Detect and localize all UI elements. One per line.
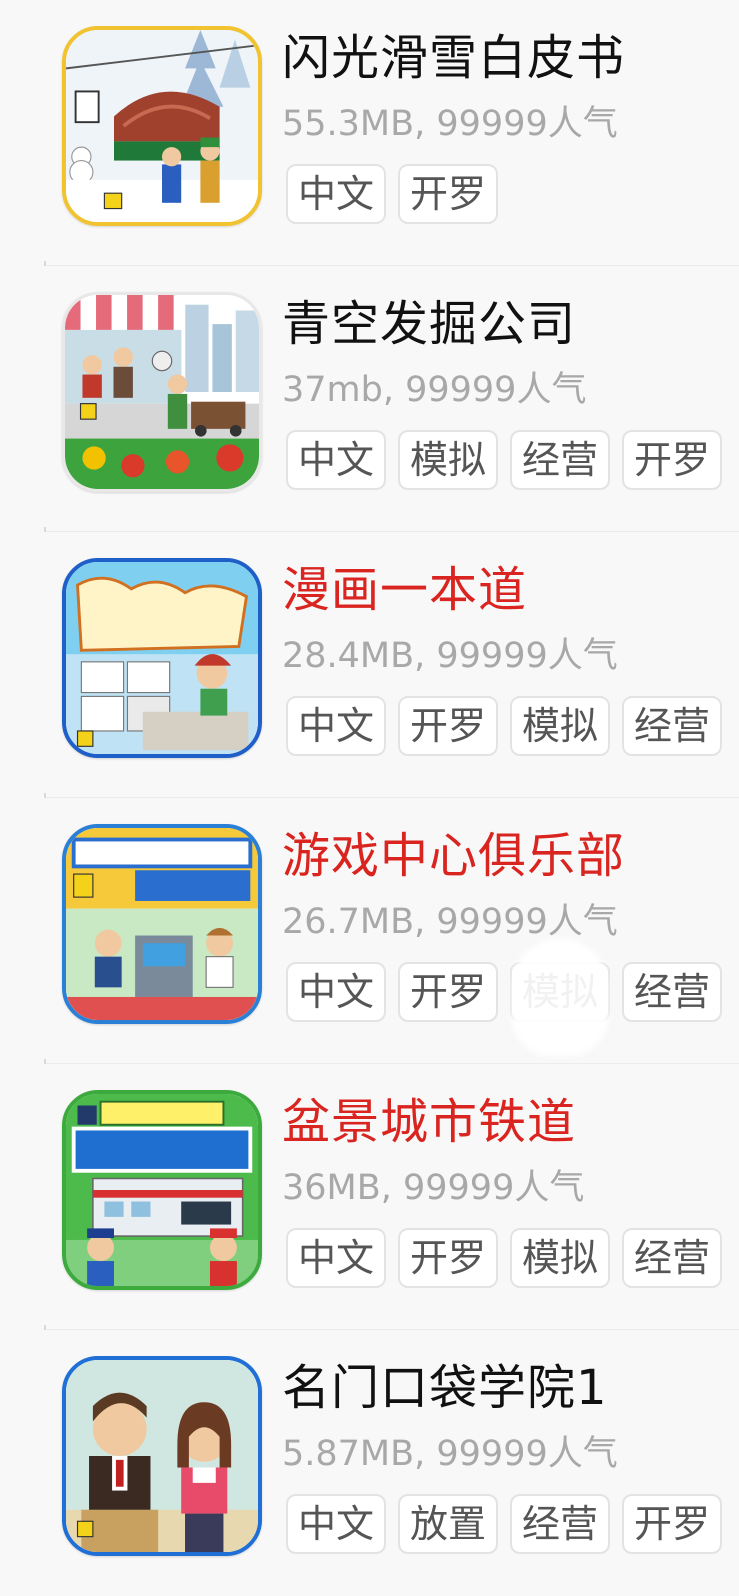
tag[interactable]: 中文 (286, 1494, 386, 1554)
tag-list: 中文开罗模拟经营 (286, 1228, 739, 1290)
tag[interactable]: 中文 (286, 164, 386, 224)
tag[interactable]: 中文 (286, 696, 386, 756)
app-list-item[interactable]: 游戏中心俱乐部 26.7MB, 99999人气 中文开罗模拟经营 (0, 798, 739, 1064)
tag-list: 中文 放置 经营 开罗 (286, 1494, 739, 1556)
tag[interactable]: 中文 (286, 430, 386, 490)
app-meta: 28.4MB, 99999人气 (282, 636, 618, 676)
tag[interactable]: 经营 (510, 430, 610, 490)
app-list-item[interactable]: 盆景城市铁道 36MB, 99999人气 中文 开罗 模拟 经营 (0, 1064, 739, 1330)
tag[interactable]: 经营 (622, 962, 722, 1022)
street-market-icon[interactable] (62, 292, 262, 492)
app-list-item[interactable]: 青空发掘公司 37mb, 99999人气 中文 模拟 经营 开罗 (0, 266, 739, 532)
app-meta: 37mb, 99999人气 (282, 370, 587, 410)
tag[interactable]: 开罗 (622, 430, 722, 490)
app-list-item[interactable]: 名门口袋学院1 5.87MB, 99999人气 中文 放置 经营 开罗 (0, 1330, 739, 1596)
tag[interactable]: 开罗 (398, 1228, 498, 1288)
touch-highlight-overlay (512, 938, 608, 1056)
city-railway-icon[interactable] (62, 1090, 262, 1290)
tag[interactable]: 开罗 (398, 696, 498, 756)
tag[interactable]: 中文 (286, 962, 386, 1022)
app-meta: 26.7MB, 99999人气 (282, 902, 618, 942)
tag[interactable]: 模拟 (510, 696, 610, 756)
app-meta: 55.3MB, 99999人气 (282, 104, 618, 144)
manga-artist-icon[interactable] (62, 558, 262, 758)
tag[interactable]: 模拟 (398, 430, 498, 490)
app-list: 闪光滑雪白皮书 55.3MB, 99999人气 中文 开罗 青空发掘公司 37m… (0, 0, 739, 1593)
app-list-item[interactable]: 漫画一本道 28.4MB, 99999人气 中文 开罗 模拟 经营 (0, 532, 739, 798)
app-title[interactable]: 漫画一本道 (282, 560, 527, 620)
app-title[interactable]: 闪光滑雪白皮书 (282, 28, 625, 88)
tag[interactable]: 经营 (622, 1228, 722, 1288)
app-title[interactable]: 盆景城市铁道 (282, 1092, 576, 1152)
arcade-center-icon[interactable] (62, 824, 262, 1024)
app-meta: 36MB, 99999人气 (282, 1168, 585, 1208)
tag-list: 中文开罗模拟经营 (286, 696, 739, 758)
tag[interactable]: 经营 (510, 1494, 610, 1554)
app-title[interactable]: 青空发掘公司 (282, 294, 576, 354)
app-title[interactable]: 游戏中心俱乐部 (282, 826, 625, 886)
tag-list: 中文 模拟 经营 开罗 (286, 430, 739, 492)
tag[interactable]: 开罗 (398, 962, 498, 1022)
tag[interactable]: 中文 (286, 1228, 386, 1288)
tag[interactable]: 开罗 (622, 1494, 722, 1554)
ski-resort-icon[interactable] (62, 26, 262, 226)
app-meta: 5.87MB, 99999人气 (282, 1434, 618, 1474)
tag[interactable]: 模拟 (510, 1228, 610, 1288)
app-title[interactable]: 名门口袋学院1 (282, 1358, 608, 1418)
tag[interactable]: 开罗 (398, 164, 498, 224)
tag-list: 中文 开罗 (286, 164, 739, 226)
app-list-item[interactable]: 闪光滑雪白皮书 55.3MB, 99999人气 中文 开罗 (0, 0, 739, 266)
tag[interactable]: 放置 (398, 1494, 498, 1554)
tag[interactable]: 经营 (622, 696, 722, 756)
pocket-academy-icon[interactable] (62, 1356, 262, 1556)
